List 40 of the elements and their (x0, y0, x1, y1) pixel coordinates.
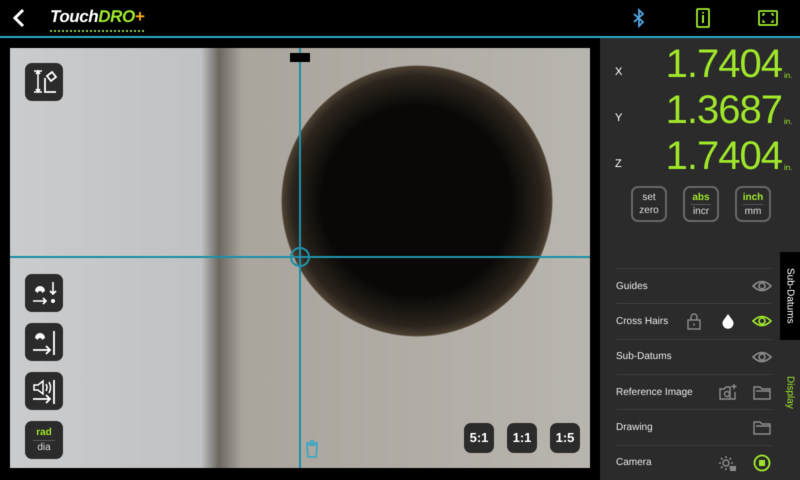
unit-mode-toggle[interactable]: abs incr (683, 186, 719, 222)
probe-sound-button[interactable] (25, 372, 63, 410)
edge-find-button[interactable] (25, 323, 63, 361)
sound-edge-icon (30, 377, 58, 405)
unit-label: in. (784, 70, 794, 82)
edge-find-button[interactable] (25, 274, 63, 312)
stop-icon[interactable] (752, 454, 772, 472)
gear-icon[interactable] (718, 454, 738, 472)
axis-readout: 1.3687 (664, 88, 782, 132)
app-logo: TouchDRO+ (50, 4, 144, 32)
axis-label: X (615, 64, 624, 80)
display-option-label: Drawing (616, 420, 654, 435)
zoom-ratio-button[interactable]: 5:1 (464, 423, 494, 453)
rad-dia-toggle[interactable]: rad dia (25, 421, 63, 459)
axis-label: Y (615, 110, 624, 126)
zoom-ratio-button[interactable]: 1:5 (550, 423, 580, 453)
info-icon[interactable] (696, 8, 710, 28)
side-tab[interactable]: Sub-Datums (780, 252, 800, 340)
display-option-label: Camera (616, 456, 653, 470)
camera-add-icon[interactable] (718, 383, 738, 402)
display-option-label: Cross Hairs (616, 314, 670, 329)
unit-label: in. (784, 162, 794, 174)
axis-readout: 1.7404 (664, 42, 782, 86)
axis-label: Z (615, 156, 623, 172)
magnet-edge-icon (30, 328, 58, 356)
unit-mode-toggle[interactable]: inch mm (735, 186, 771, 222)
display-option-label: Reference Image (616, 386, 694, 400)
display-option-label: Sub-Datums (616, 350, 673, 364)
unit-label: in. (784, 116, 794, 128)
measure-tool-button[interactable] (25, 63, 63, 101)
magnet-down-icon (30, 279, 58, 307)
fullscreen-icon[interactable] (758, 10, 778, 26)
bluetooth-icon[interactable] (632, 8, 646, 28)
marker-bar (290, 53, 310, 62)
display-option-label: Guides (616, 280, 649, 294)
crosshair-ring (290, 247, 310, 267)
axis-readout: 1.7404 (664, 134, 782, 178)
set-zero-button[interactable]: set zero (631, 186, 667, 222)
back-icon[interactable] (12, 8, 26, 28)
zoom-ratio-button[interactable]: 1:1 (507, 423, 537, 453)
